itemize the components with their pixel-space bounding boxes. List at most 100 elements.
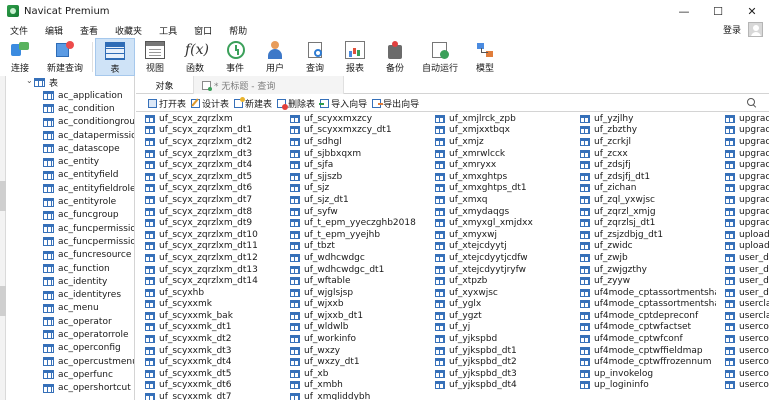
tree-item-table[interactable]: ac_function xyxy=(0,262,134,275)
table-object-item[interactable]: uf_sdhgl xyxy=(281,136,426,148)
table-object-item[interactable]: uf4mode_cptwffrozennum xyxy=(571,356,716,368)
table-object-item[interactable]: uf_yjkspbd_dt2 xyxy=(426,356,571,368)
tree-item-table[interactable]: ac_operatorrole xyxy=(0,328,134,341)
table-object-item[interactable]: uf_scyxxmk_dt5 xyxy=(136,368,281,380)
table-object-item[interactable]: user_de xyxy=(716,264,769,276)
table-object-item[interactable]: uf_zsjzdbjg_dt1 xyxy=(571,229,716,241)
table-object-item[interactable]: uf_xmyxwj xyxy=(426,229,571,241)
menu-window[interactable]: 窗口 xyxy=(187,24,219,37)
table-object-item[interactable]: uf_zcxx xyxy=(571,148,716,160)
table-object-item[interactable]: uf_scyx_zqrzlxm_dt7 xyxy=(136,194,281,206)
table-object-item[interactable]: uf_xtejcdyytjcdfw xyxy=(426,252,571,264)
object-list[interactable]: uf_scyx_zqrzlxm uf_scyx_zqrzlxm_dt1 uf_scy… xyxy=(136,113,769,400)
table-object-item[interactable]: uf_scyx_zqrzlxm_dt9 xyxy=(136,217,281,229)
function-button[interactable]: f(x) 函数 xyxy=(175,38,215,76)
table-object-item[interactable]: uf_sjjszb xyxy=(281,171,426,183)
tree-item-table[interactable]: ac_condition xyxy=(0,102,134,115)
table-object-item[interactable]: uf_wjxxb xyxy=(281,299,426,311)
menu-favorites[interactable]: 收藏夹 xyxy=(108,24,149,37)
table-object-item[interactable]: uf_scyx_zqrzlxm_dt13 xyxy=(136,264,281,276)
table-object-item[interactable]: uf_scyxxmk_dt3 xyxy=(136,345,281,357)
tree-item-table[interactable]: ac_conditiongroup xyxy=(0,116,134,129)
table-object-item[interactable]: upgrac xyxy=(716,136,769,148)
table-object-item[interactable]: uf_scyx_zqrzlxm xyxy=(136,113,281,125)
table-object-item[interactable]: uf_ygzt xyxy=(426,310,571,322)
delete-table-button[interactable]: 删除表 xyxy=(277,97,315,110)
table-object-item[interactable]: upgrac xyxy=(716,125,769,137)
menu-file[interactable]: 文件 xyxy=(3,24,35,37)
user-avatar-icon[interactable] xyxy=(748,22,763,37)
table-object-item[interactable]: upgrac xyxy=(716,171,769,183)
view-button[interactable]: 视图 xyxy=(135,38,175,76)
table-object-item[interactable]: uf_wxzy_dt1 xyxy=(281,356,426,368)
table-object-item[interactable]: uf_yjkspbd_dt3 xyxy=(426,368,571,380)
table-object-item[interactable]: upgrac xyxy=(716,148,769,160)
table-object-item[interactable]: uf_xmgliddybh xyxy=(281,391,426,400)
table-object-item[interactable]: uf_scyxxmk_dt4 xyxy=(136,356,281,368)
table-object-item[interactable]: uf_xmrwlcck xyxy=(426,148,571,160)
table-object-item[interactable]: userco xyxy=(716,333,769,345)
export-wizard-button[interactable]: 导出向导 xyxy=(372,97,419,110)
report-button[interactable]: 报表 xyxy=(335,38,375,76)
tree-item-table[interactable]: ac_operfunc xyxy=(0,368,134,381)
model-button[interactable]: 模型 xyxy=(465,38,505,76)
tree-item-table[interactable]: ac_entity xyxy=(0,155,134,168)
table-object-item[interactable]: uf_xmxghtps_dt1 xyxy=(426,183,571,195)
table-object-item[interactable]: userco xyxy=(716,356,769,368)
tree-node-tables[interactable]: ⌄ 表 xyxy=(0,76,134,89)
tree-item-table[interactable]: ac_funcpermission xyxy=(0,222,134,235)
tree-item-table[interactable]: ac_opercustmenu xyxy=(0,355,134,368)
table-object-item[interactable]: uf_scyx_zqrzlxm_dt11 xyxy=(136,241,281,253)
tree-item-table[interactable]: ac_datascope xyxy=(0,142,134,155)
table-object-item[interactable]: user_de xyxy=(716,275,769,287)
table-object-item[interactable]: uf_zdsjfj xyxy=(571,159,716,171)
table-object-item[interactable]: uf_xmjz xyxy=(426,136,571,148)
table-object-item[interactable]: uf_wftable xyxy=(281,275,426,287)
new-query-button[interactable]: 新建查询 xyxy=(40,38,90,76)
table-object-item[interactable]: uf_xmbh xyxy=(281,380,426,392)
table-object-item[interactable]: uf_zdsjfj_dt1 xyxy=(571,171,716,183)
table-object-item[interactable]: uf4mode_cptwfactset xyxy=(571,322,716,334)
connect-button[interactable]: 连接 xyxy=(0,38,40,76)
table-object-item[interactable]: uf_scyxhb xyxy=(136,287,281,299)
table-object-item[interactable]: uf_zwjb xyxy=(571,252,716,264)
table-object-item[interactable]: uf_t_epm_yyejhb xyxy=(281,229,426,241)
table-object-item[interactable]: uf_zql_yxwjsc xyxy=(571,194,716,206)
table-object-item[interactable]: uf_sjz_dt1 xyxy=(281,194,426,206)
table-object-item[interactable]: uf_scyx_zqrzlxm_dt14 xyxy=(136,275,281,287)
minimize-button[interactable]: — xyxy=(667,0,701,22)
table-object-item[interactable]: uf_xtejcdyytj xyxy=(426,241,571,253)
tree-item-table[interactable]: ac_operator xyxy=(0,315,134,328)
table-object-item[interactable]: uf_wjglsjsp xyxy=(281,287,426,299)
table-object-item[interactable]: uf_scyx_zqrzlxm_dt4 xyxy=(136,159,281,171)
maximize-button[interactable]: ☐ xyxy=(701,0,735,22)
query-button[interactable]: 查询 xyxy=(295,38,335,76)
table-object-item[interactable]: uf_zbzthy xyxy=(571,125,716,137)
table-object-item[interactable]: uf_wdhcwdgc_dt1 xyxy=(281,264,426,276)
table-object-item[interactable]: uf_scyx_zqrzlxm_dt1 xyxy=(136,125,281,137)
table-object-item[interactable]: up_logininfo xyxy=(571,380,716,392)
table-object-item[interactable]: uf4mode_cptdepreconf xyxy=(571,310,716,322)
tab-untitled-query[interactable]: * 无标题 - 查询 xyxy=(194,76,344,94)
backup-button[interactable]: 备份 xyxy=(375,38,415,76)
tree-item-table[interactable]: ac_operconfig xyxy=(0,342,134,355)
table-object-item[interactable]: uf_scyx_zqrzlxm_dt5 xyxy=(136,171,281,183)
table-object-item[interactable]: uf_xb xyxy=(281,368,426,380)
menu-help[interactable]: 帮助 xyxy=(222,24,254,37)
table-object-item[interactable]: upload xyxy=(716,229,769,241)
table-object-item[interactable]: uf_scyx_zqrzlxm_dt3 xyxy=(136,148,281,160)
tree-item-table[interactable]: ac_menu xyxy=(0,302,134,315)
table-object-item[interactable]: upgrac xyxy=(716,206,769,218)
tree-item-table[interactable]: ac_identityres xyxy=(0,288,134,301)
table-object-item[interactable]: uf_xmxghtps xyxy=(426,171,571,183)
table-object-item[interactable]: userco xyxy=(716,322,769,334)
tree-item-table[interactable]: ac_datapermission xyxy=(0,129,134,142)
table-object-item[interactable]: uf_sjz xyxy=(281,183,426,195)
table-object-item[interactable]: upgrac xyxy=(716,194,769,206)
table-object-item[interactable]: uf_scyxxmk_bak xyxy=(136,310,281,322)
tree-item-table[interactable]: ac_entityfield xyxy=(0,169,134,182)
table-object-item[interactable]: uf_yglx xyxy=(426,299,571,311)
design-table-button[interactable]: 设计表 xyxy=(191,97,229,110)
table-object-item[interactable]: uf_sjfa xyxy=(281,159,426,171)
table-object-item[interactable]: upload xyxy=(716,241,769,253)
